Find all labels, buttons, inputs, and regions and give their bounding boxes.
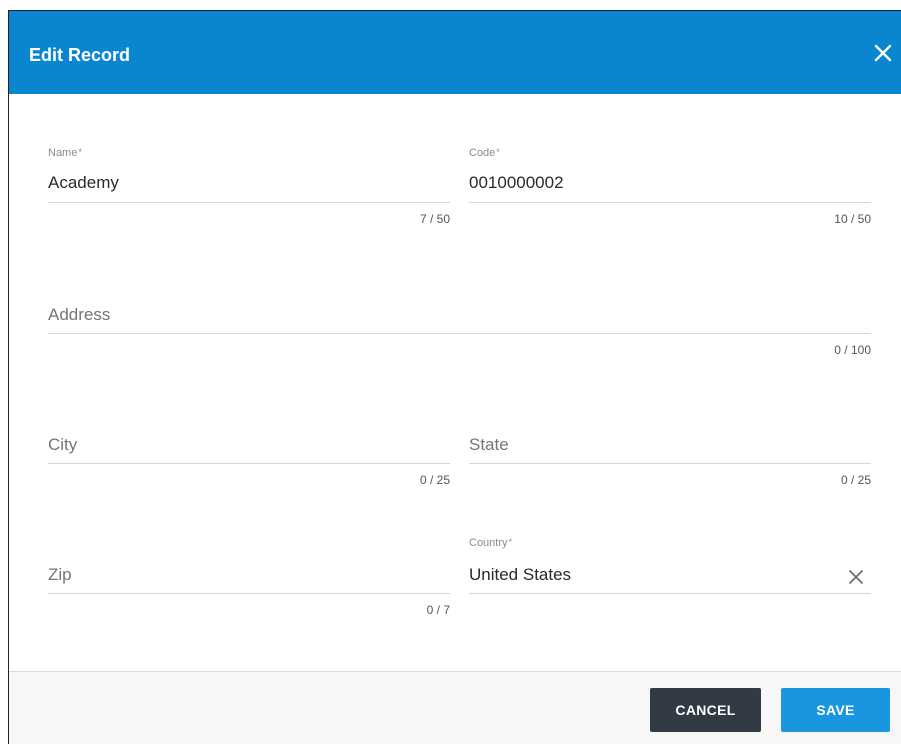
country-underline [469,593,871,594]
state-underline [469,463,871,464]
country-field: Country* [469,537,871,607]
zip-counter: 0 / 7 [426,603,450,617]
dialog-footer: CANCEL SAVE [9,671,901,744]
zip-underline [48,593,450,594]
name-label: Name* [48,147,82,159]
dialog-title: Edit Record [29,45,131,65]
code-field: Code* 10 / 50 [469,147,871,247]
state-counter: 0 / 25 [840,473,871,487]
name-input[interactable] [48,173,450,193]
dialog-header: Edit Record [9,11,901,94]
name-field: Name* 7 / 50 [48,147,450,247]
code-underline [469,202,871,203]
zip-field: 0 / 7 [48,563,450,633]
close-icon[interactable] [871,41,895,65]
country-input[interactable] [469,565,829,585]
code-counter: 10 / 50 [834,212,871,226]
country-label: Country* [469,537,513,549]
zip-input[interactable] [48,565,450,585]
state-input[interactable] [469,435,871,455]
address-counter: 0 / 100 [834,343,871,357]
city-counter: 0 / 25 [419,473,450,487]
clear-icon[interactable] [847,568,865,586]
code-label: Code* [469,147,500,159]
state-field: 0 / 25 [469,431,871,501]
city-underline [48,463,450,464]
city-field: 0 / 25 [48,431,450,501]
cancel-button[interactable]: CANCEL [650,688,761,732]
code-input[interactable] [469,173,871,193]
city-input[interactable] [48,435,450,455]
name-underline [48,202,450,203]
save-button[interactable]: SAVE [781,688,890,732]
address-underline [48,333,871,334]
name-counter: 7 / 50 [419,212,450,226]
edit-record-dialog: Edit Record Name* 7 / 50 Code* 10 / 50 0… [8,10,901,744]
address-input[interactable] [48,305,871,325]
address-field: 0 / 100 [48,301,871,371]
